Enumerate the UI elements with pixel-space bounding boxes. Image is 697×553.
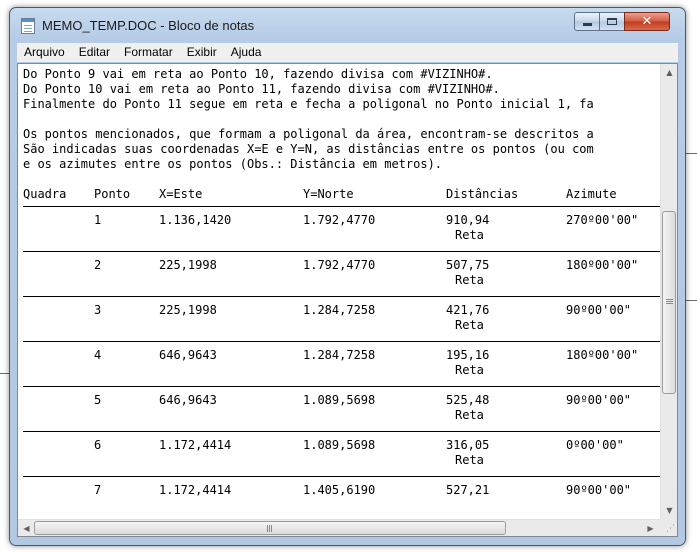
- notepad-window: MEMO_TEMP.DOC - Bloco de notas ✕ Arquivo…: [9, 7, 686, 546]
- table-header: Quadra Ponto X=Este Y=Norte Distâncias A…: [18, 187, 658, 202]
- header-azimute: Azimute: [566, 187, 617, 201]
- cell-y-norte: 1.792,4770: [303, 258, 376, 272]
- cell-y-norte: 1.089,5698: [303, 393, 376, 407]
- text-line: Do Ponto 10 vai em reta ao Ponto 11, faz…: [23, 82, 500, 96]
- cell-tipo: Reta: [455, 453, 484, 467]
- table-row: 5 646,9643 1.089,5698 525,48 90º00'00" Reta: [18, 393, 658, 423]
- cell-distancia: 525,48: [446, 393, 490, 407]
- cell-tipo: Reta: [455, 363, 484, 377]
- close-button[interactable]: ✕: [624, 12, 670, 31]
- cell-distancia: 421,76: [446, 303, 490, 317]
- cell-distancia: 910,94: [446, 213, 490, 227]
- close-icon: ✕: [641, 14, 653, 29]
- menu-editar[interactable]: Editar: [72, 43, 117, 62]
- text-line: e os azimutes entre os pontos (Obs.: Dis…: [23, 157, 443, 171]
- cell-ponto: 3: [94, 303, 102, 317]
- cell-distancia: 316,05: [446, 438, 490, 452]
- header-x: X=Este: [159, 187, 203, 201]
- cell-ponto: 5: [94, 393, 102, 407]
- menu-ajuda[interactable]: Ajuda: [224, 43, 269, 62]
- menu-formatar[interactable]: Formatar: [117, 43, 180, 62]
- table-row: 1 1.136,1420 1.792,4770 910,94 270º00'00" Ret…: [18, 213, 658, 243]
- cell-tipo: Reta: [455, 408, 484, 422]
- table-separator: [23, 431, 660, 432]
- cell-y-norte: 1.284,7258: [303, 303, 376, 317]
- header-quadra: Quadra: [23, 187, 67, 201]
- cell-ponto: 1: [94, 213, 102, 227]
- scroll-up-icon[interactable]: ▲: [661, 64, 678, 81]
- cell-azimute: 180º00'00": [566, 348, 639, 362]
- text-line: Do Ponto 9 vai em reta ao Ponto 10, faze…: [23, 67, 493, 81]
- minimize-button[interactable]: [574, 12, 600, 31]
- text-editor[interactable]: Do Ponto 9 vai em reta ao Ponto 10, faze…: [17, 63, 678, 537]
- scroll-right-icon[interactable]: ▶: [642, 520, 659, 537]
- horizontal-scroll-thumb[interactable]: [34, 521, 506, 535]
- cell-x-este: 1.136,1420: [159, 213, 232, 227]
- cell-distancia: 195,16: [446, 348, 490, 362]
- cell-azimute: 180º00'00": [566, 258, 639, 272]
- cell-x-este: 225,1998: [159, 258, 217, 272]
- cell-tipo: Reta: [455, 228, 484, 242]
- cell-y-norte: 1.089,5698: [303, 438, 376, 452]
- cell-ponto: 2: [94, 258, 102, 272]
- table-row: 2 225,1998 1.792,4770 507,75 180º00'00" Reta: [18, 258, 658, 288]
- header-y: Y=Norte: [303, 187, 354, 201]
- table-separator: [23, 296, 660, 297]
- vertical-scroll-thumb[interactable]: [662, 211, 676, 394]
- table-row: 6 1.172,4414 1.089,5698 316,05 0º00'00" Reta: [18, 438, 658, 468]
- cell-ponto: 4: [94, 348, 102, 362]
- scroll-down-icon[interactable]: ▼: [661, 502, 678, 519]
- table-separator: [23, 386, 660, 387]
- cell-ponto: 6: [94, 438, 102, 452]
- cell-x-este: 1.172,4414: [159, 483, 232, 497]
- cell-azimute: 90º00'00": [566, 393, 632, 407]
- cell-x-este: 646,9643: [159, 348, 217, 362]
- scroll-left-icon[interactable]: ◀: [18, 520, 35, 537]
- table-separator: [23, 476, 660, 477]
- cell-x-este: 646,9643: [159, 393, 217, 407]
- menu-exibir[interactable]: Exibir: [180, 43, 224, 62]
- window-title: MEMO_TEMP.DOC - Bloco de notas: [42, 18, 255, 33]
- cell-azimute: 90º00'00": [566, 303, 632, 317]
- cell-y-norte: 1.405,6190: [303, 483, 376, 497]
- maximize-icon: [607, 18, 617, 25]
- table-separator: [23, 341, 660, 342]
- title-bar[interactable]: MEMO_TEMP.DOC - Bloco de notas ✕: [10, 8, 685, 44]
- text-line: Os pontos mencionados, que formam a poli…: [23, 127, 594, 141]
- table-row: 3 225,1998 1.284,7258 421,76 90º00'00" Reta: [18, 303, 658, 333]
- cell-azimute: 90º00'00": [566, 483, 632, 497]
- table-separator: [23, 251, 660, 252]
- cell-ponto: 7: [94, 483, 102, 497]
- header-ponto: Ponto: [94, 187, 131, 201]
- cell-y-norte: 1.792,4770: [303, 213, 376, 227]
- text-line: Finalmente do Ponto 11 segue em reta e f…: [23, 97, 594, 111]
- cell-azimute: 0º00'00": [566, 438, 624, 452]
- cell-azimute: 270º00'00": [566, 213, 639, 227]
- cell-tipo: Reta: [455, 273, 484, 287]
- header-distancias: Distâncias: [446, 187, 519, 201]
- vertical-scrollbar[interactable]: ▲ ▼: [660, 64, 677, 519]
- maximize-button[interactable]: [599, 12, 625, 31]
- cell-x-este: 1.172,4414: [159, 438, 232, 452]
- menu-bar: Arquivo Editar Formatar Exibir Ajuda: [17, 43, 678, 62]
- minimize-icon: [582, 23, 592, 26]
- horizontal-scrollbar[interactable]: ◀ ▶: [18, 519, 660, 536]
- table-separator: [23, 206, 660, 207]
- cell-distancia: 527,21: [446, 483, 490, 497]
- resize-grip[interactable]: ⋰: [660, 519, 677, 536]
- cell-tipo: Reta: [455, 318, 484, 332]
- text-line: São indicadas suas coordenadas X=E e Y=N…: [23, 142, 594, 156]
- cell-x-este: 225,1998: [159, 303, 217, 317]
- cell-distancia: 507,75: [446, 258, 490, 272]
- cell-y-norte: 1.284,7258: [303, 348, 376, 362]
- notepad-app-icon[interactable]: [21, 18, 35, 34]
- table-row: 7 1.172,4414 1.405,6190 527,21 90º00'00": [18, 483, 658, 513]
- menu-arquivo[interactable]: Arquivo: [17, 43, 72, 62]
- table-row: 4 646,9643 1.284,7258 195,16 180º00'00" Reta: [18, 348, 658, 378]
- text-area[interactable]: Do Ponto 9 vai em reta ao Ponto 10, faze…: [18, 64, 660, 519]
